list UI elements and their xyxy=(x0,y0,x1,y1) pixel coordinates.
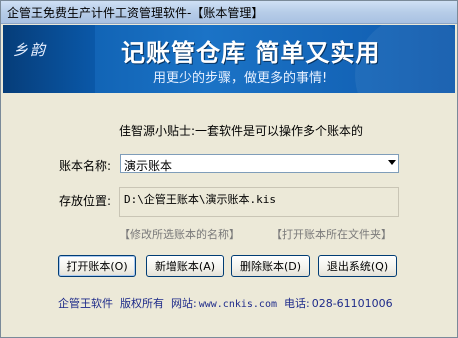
storage-path-label: 存放位置: xyxy=(59,194,112,208)
window-title: 企管王免费生产计件工资管理软件-【账本管理】 xyxy=(7,6,264,20)
footer-site-label: 网站: xyxy=(171,297,197,310)
chevron-down-icon[interactable] xyxy=(388,160,396,165)
footer-phone-label: 电话: xyxy=(284,297,310,310)
footer: 企管王软件 版权所有 网站: www.cnkis.com 电话: 028-61101006 xyxy=(58,295,400,311)
banner: 乡韵 记账管仓库 简单又实用 用更少的步骤，做更多的事情! xyxy=(3,25,455,93)
footer-rights: 版权所有 xyxy=(120,297,164,310)
footer-phone: 028-61101006 xyxy=(311,297,393,310)
banner-logo: 乡韵 xyxy=(3,25,95,93)
storage-path-field[interactable]: D:\企管王账本\演示账本.kis xyxy=(119,187,399,217)
banner-slogan: 记账管仓库 简单又实用 xyxy=(121,39,381,67)
footer-company: 企管王软件 xyxy=(58,297,113,310)
logo-text: 乡韵 xyxy=(13,41,48,59)
rename-account-link[interactable]: 【修改所选账本的名称】 xyxy=(119,226,240,242)
account-manager-window: 企管王免费生产计件工资管理软件-【账本管理】 乡韵 记账管仓库 简单又实用 用更… xyxy=(0,0,458,338)
new-account-button[interactable]: 新增账本(A) xyxy=(146,255,224,277)
account-name-label: 账本名称: xyxy=(59,159,112,173)
footer-site[interactable]: www.cnkis.com xyxy=(199,299,277,310)
account-name-select[interactable]: 演示账本 xyxy=(120,154,399,173)
exit-system-button[interactable]: 退出系统(Q) xyxy=(318,255,397,277)
title-bar[interactable]: 企管王免费生产计件工资管理软件-【账本管理】 xyxy=(1,1,457,24)
account-name-value: 演示账本 xyxy=(124,159,173,173)
storage-path-value: D:\企管王账本\演示账本.kis xyxy=(124,193,276,206)
tip-text: 佳智源小贴士:一套软件是可以操作多个账本的 xyxy=(119,124,364,138)
open-folder-link[interactable]: 【打开账本所在文件夹】 xyxy=(271,226,392,242)
banner-subtitle: 用更少的步骤，做更多的事情! xyxy=(153,71,328,86)
open-account-button[interactable]: 打开账本(O) xyxy=(58,255,136,277)
delete-account-button[interactable]: 删除账本(D) xyxy=(231,255,310,277)
